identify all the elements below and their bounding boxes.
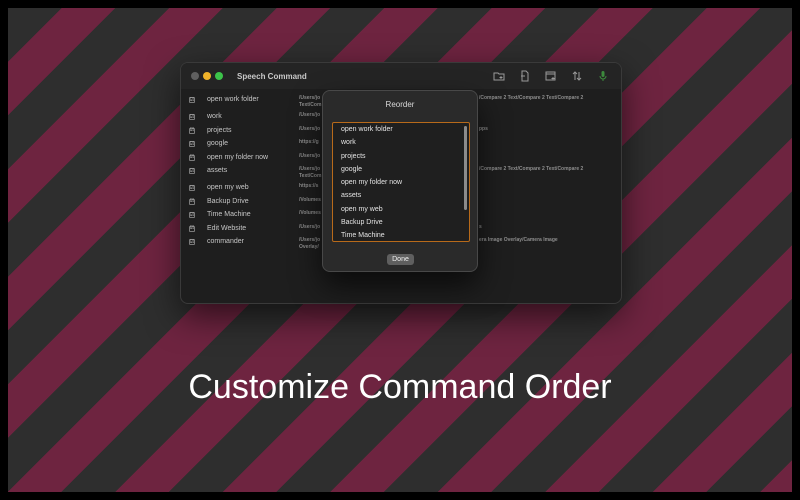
folder-add-icon[interactable] bbox=[491, 69, 507, 83]
enabled-checkbox[interactable]: ☑ bbox=[189, 154, 195, 161]
enabled-checkbox[interactable]: ☑ bbox=[189, 239, 195, 245]
minimize-button[interactable] bbox=[203, 72, 211, 80]
window-title: Speech Command bbox=[237, 71, 307, 81]
enabled-checkbox[interactable]: ☑ bbox=[189, 127, 195, 134]
done-button[interactable]: Done bbox=[387, 254, 414, 265]
command-name: open work folder bbox=[207, 96, 259, 103]
window-add-icon[interactable] bbox=[543, 69, 559, 83]
path-tail: pps bbox=[479, 125, 488, 132]
scrollbar[interactable] bbox=[464, 126, 467, 210]
enabled-checkbox[interactable]: ☑ bbox=[189, 168, 195, 174]
command-name: work bbox=[207, 113, 222, 120]
list-item[interactable]: open my web bbox=[333, 203, 469, 216]
traffic-lights bbox=[191, 72, 223, 80]
command-name: Backup Drive bbox=[207, 197, 249, 205]
microphone-icon[interactable] bbox=[595, 69, 611, 83]
enabled-checkbox[interactable]: ☑ bbox=[189, 225, 195, 232]
enabled-checkbox[interactable]: ☑ bbox=[189, 141, 195, 147]
command-name: google bbox=[207, 140, 229, 147]
path-tail: /Compare 2 Text/Compare 2 Text/Compare 2 bbox=[479, 166, 584, 172]
list-item[interactable]: google bbox=[333, 163, 469, 176]
enabled-checkbox[interactable]: ☑ bbox=[189, 212, 195, 218]
command-name: Edit Website bbox=[207, 224, 247, 232]
list-item[interactable]: open my folder now bbox=[333, 176, 469, 189]
command-name: Time Machine bbox=[207, 211, 251, 218]
list-item[interactable]: open work folder bbox=[333, 123, 469, 136]
command-name: assets bbox=[207, 167, 228, 174]
path-tail: /Compare 2 Text/Compare 2 Text/Compare 2 bbox=[479, 95, 584, 101]
command-name: commander bbox=[207, 238, 244, 245]
list-item[interactable]: Time Machine bbox=[333, 229, 469, 241]
document-icon[interactable] bbox=[517, 69, 533, 83]
command-name: projects bbox=[207, 126, 232, 134]
command-name: open my web bbox=[207, 184, 249, 191]
list-item[interactable]: Backup Drive bbox=[333, 216, 469, 229]
sheet-title: Reorder bbox=[385, 100, 415, 109]
enabled-checkbox[interactable]: ☑ bbox=[189, 198, 195, 205]
path-tail: era Image Overlay/Camera Image bbox=[479, 237, 558, 243]
enabled-checkbox[interactable]: ☑ bbox=[189, 114, 195, 120]
zoom-button[interactable] bbox=[215, 72, 223, 80]
path-tail: s bbox=[479, 223, 482, 230]
title-bar: Speech Command bbox=[181, 63, 621, 89]
enabled-checkbox[interactable]: ☑ bbox=[189, 97, 195, 103]
list-item[interactable]: projects bbox=[333, 150, 469, 163]
toolbar bbox=[491, 69, 611, 83]
command-name: open my folder now bbox=[207, 153, 269, 161]
enabled-checkbox[interactable]: ☑ bbox=[189, 185, 195, 191]
list-item[interactable]: assets bbox=[333, 189, 469, 202]
reorder-list[interactable]: open work folder work projects google op… bbox=[332, 122, 470, 242]
marketing-caption: Customize Command Order bbox=[188, 368, 612, 406]
reorder-sheet: Reorder open work folder work projects g… bbox=[322, 90, 478, 272]
sort-arrows-icon[interactable] bbox=[569, 69, 585, 83]
close-button[interactable] bbox=[191, 72, 199, 80]
list-item[interactable]: work bbox=[333, 136, 469, 149]
